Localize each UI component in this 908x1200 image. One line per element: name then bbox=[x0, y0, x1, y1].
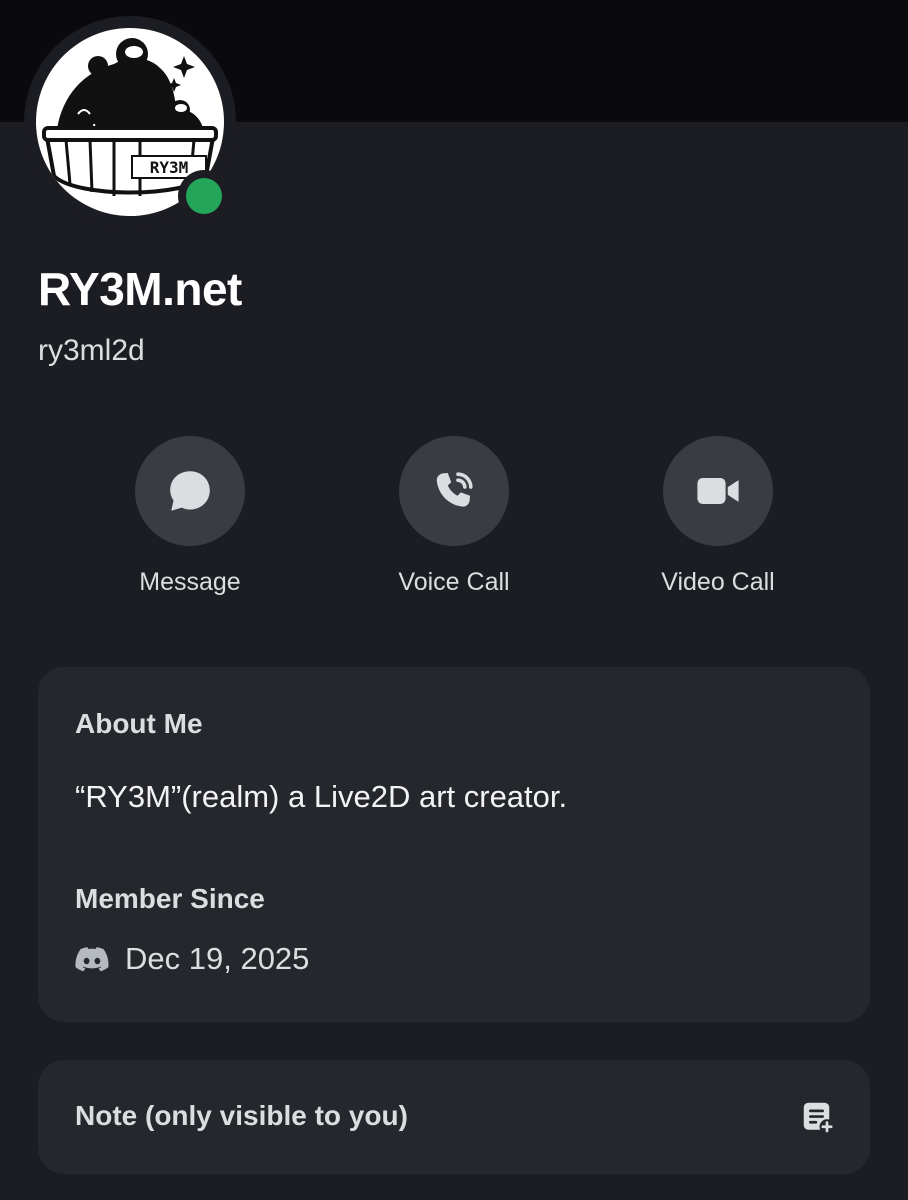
phone-icon bbox=[436, 472, 473, 507]
video-call-label: Video Call bbox=[661, 568, 775, 596]
chat-bubble-icon bbox=[170, 471, 210, 511]
display-name: RY3M.net bbox=[38, 263, 242, 315]
add-note-icon[interactable] bbox=[800, 1099, 836, 1135]
online-status-dot bbox=[186, 178, 222, 214]
avatar-frame: RY3M bbox=[24, 16, 236, 228]
message-label: Message bbox=[139, 568, 241, 596]
username: ry3ml2d bbox=[38, 334, 145, 367]
video-call-button[interactable] bbox=[663, 436, 773, 546]
video-camera-icon bbox=[697, 478, 739, 504]
member-since-date: Dec 19, 2025 bbox=[125, 941, 310, 976]
message-action[interactable]: Message bbox=[90, 436, 290, 597]
about-me-text: “RY3M”(realm) a Live2D art creator. bbox=[75, 779, 568, 814]
note-card[interactable]: Note (only visible to you) bbox=[38, 1060, 870, 1174]
voice-call-action[interactable]: Voice Call bbox=[354, 436, 554, 597]
member-since-title: Member Since bbox=[75, 883, 265, 914]
voice-call-button[interactable] bbox=[399, 436, 509, 546]
status-indicator bbox=[178, 170, 230, 222]
note-label: Note (only visible to you) bbox=[75, 1100, 408, 1131]
discord-icon bbox=[75, 947, 109, 972]
about-me-title: About Me bbox=[75, 708, 203, 739]
about-me-card: About Me “RY3M”(realm) a Live2D art crea… bbox=[38, 667, 870, 1022]
voice-call-label: Voice Call bbox=[398, 568, 510, 596]
member-since-row: Dec 19, 2025 bbox=[75, 941, 309, 977]
video-call-action[interactable]: Video Call bbox=[618, 436, 818, 597]
message-button[interactable] bbox=[135, 436, 245, 546]
profile-actions: Message Voice Call Video Call bbox=[0, 436, 908, 616]
svg-text:RY3M: RY3M bbox=[150, 158, 189, 177]
